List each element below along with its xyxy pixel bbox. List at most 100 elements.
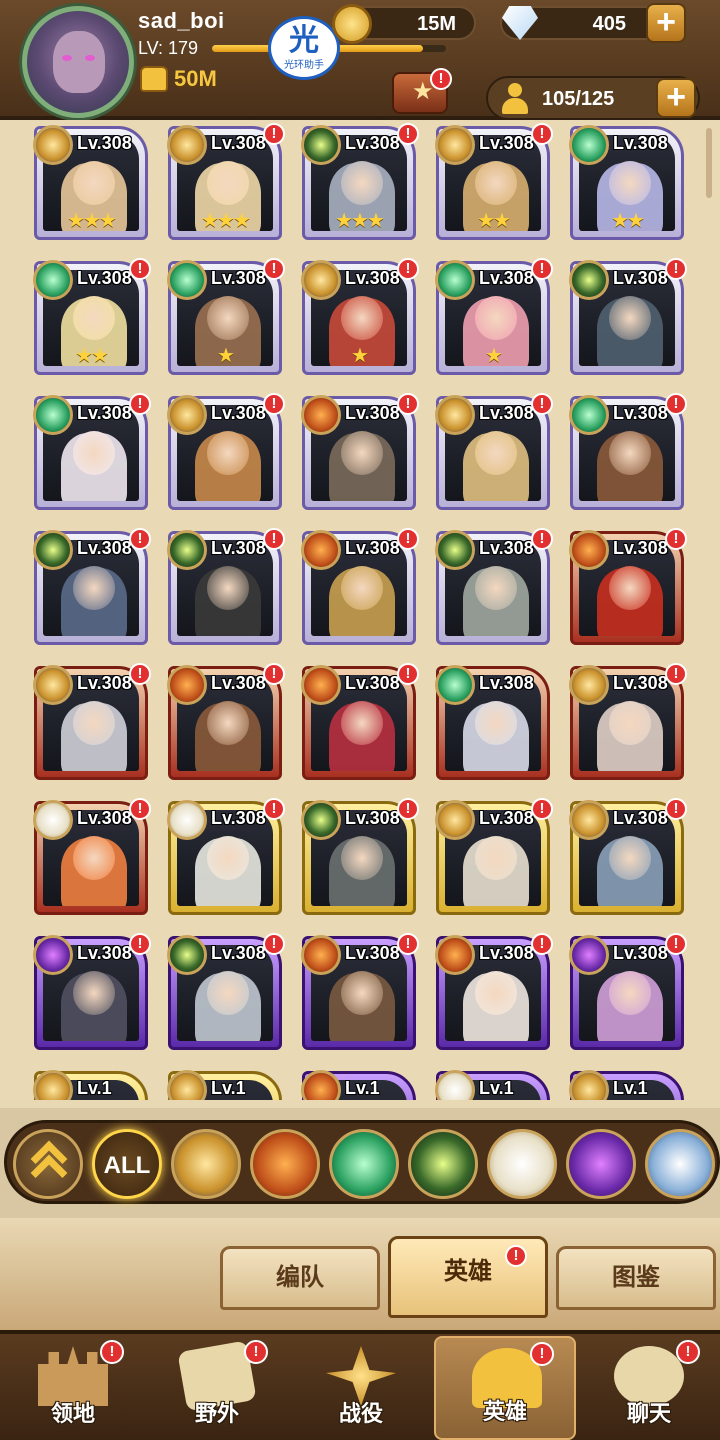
filter-celestial-button[interactable] bbox=[487, 1129, 557, 1199]
bottom-navigation: 领地! 野外! 战役 英雄! 聊天! bbox=[0, 1330, 720, 1440]
hero-portrait-head bbox=[73, 566, 115, 610]
hero-portrait-head bbox=[341, 971, 383, 1015]
filter-lightbearer-button[interactable] bbox=[171, 1129, 241, 1199]
gem-display: 405 + bbox=[500, 3, 686, 43]
sub-tab-codex[interactable]: 图鉴 bbox=[556, 1246, 716, 1310]
hero-card[interactable]: Lv.308 ★! bbox=[301, 258, 419, 375]
hero-card[interactable]: Lv.308! bbox=[167, 798, 285, 915]
hero-level: Lv.308 bbox=[77, 538, 132, 558]
hero-card[interactable]: Lv.308! bbox=[167, 933, 285, 1050]
filter-wilder-button[interactable] bbox=[329, 1129, 399, 1199]
hero-card[interactable]: Lv.308! bbox=[569, 933, 687, 1050]
hero-card[interactable]: Lv.308! bbox=[33, 393, 151, 510]
combat-power-value: 50M bbox=[174, 66, 217, 91]
sub-tab-formation[interactable]: 编队 bbox=[220, 1246, 380, 1310]
avatar-face bbox=[53, 31, 105, 93]
hero-card[interactable]: Lv.308! bbox=[435, 393, 553, 510]
hero-card[interactable]: Lv.308! bbox=[569, 258, 687, 375]
nav-label: 聊天 bbox=[626, 1401, 671, 1426]
hero-card[interactable]: Lv.1 bbox=[33, 1070, 148, 1100]
hero-card[interactable]: Lv.308! bbox=[33, 528, 151, 645]
hero-grid[interactable]: Lv.308 ★★★ Lv.308 ★★★! Lv.308 ★★★! Lv.308 ★★! Lv… bbox=[0, 120, 720, 1100]
filter-graveborn-button[interactable] bbox=[408, 1129, 478, 1199]
gold-display[interactable]: 15M bbox=[332, 4, 476, 44]
hero-card[interactable]: Lv.1 bbox=[569, 1070, 684, 1100]
hero-card[interactable]: Lv.308 bbox=[435, 665, 550, 780]
sub-tab-heroes[interactable]: 英雄! bbox=[388, 1236, 548, 1318]
hero-portrait-head bbox=[341, 296, 383, 340]
hero-card[interactable]: Lv.1 bbox=[301, 1070, 416, 1100]
alert-badge: ! bbox=[397, 258, 419, 280]
hero-level: Lv.308 bbox=[211, 943, 266, 963]
hero-card[interactable]: Lv.308! bbox=[301, 933, 419, 1050]
filter-dimensional-button[interactable] bbox=[645, 1129, 715, 1199]
hero-card[interactable]: Lv.308! bbox=[301, 528, 419, 645]
gold-coin-icon bbox=[332, 4, 372, 44]
mauler-faction-icon bbox=[301, 530, 341, 570]
hero-card[interactable]: Lv.308! bbox=[435, 933, 553, 1050]
nav-field[interactable]: 野外! bbox=[146, 1336, 288, 1440]
hero-card[interactable]: Lv.308 ★★ bbox=[569, 125, 684, 240]
alert-badge: ! bbox=[397, 393, 419, 415]
hero-portrait-head bbox=[609, 161, 651, 205]
nav-heroes[interactable]: 英雄! bbox=[434, 1336, 576, 1440]
hero-card[interactable]: Lv.308 ★★! bbox=[33, 258, 151, 375]
hero-card[interactable]: Lv.308! bbox=[167, 393, 285, 510]
wilder-faction-icon bbox=[435, 260, 475, 300]
hero-card[interactable]: Lv.308! bbox=[301, 798, 419, 915]
buy-gems-button[interactable]: + bbox=[646, 3, 686, 43]
alert-badge: ! bbox=[665, 393, 687, 415]
hero-card[interactable]: Lv.308 ★! bbox=[167, 258, 285, 375]
filter-mauler-button[interactable] bbox=[250, 1129, 320, 1199]
hero-card[interactable]: Lv.308! bbox=[33, 798, 151, 915]
hero-card[interactable]: Lv.308 ★★! bbox=[435, 123, 553, 240]
alert-badge: ! bbox=[676, 1340, 700, 1364]
hero-card[interactable]: Lv.308 ★★★! bbox=[301, 123, 419, 240]
filter-hypogean-button[interactable] bbox=[566, 1129, 636, 1199]
hero-sub-tabs: 编队 英雄! 图鉴 bbox=[0, 1218, 720, 1330]
nav-chat[interactable]: 聊天! bbox=[578, 1336, 720, 1440]
mauler-faction-icon bbox=[167, 665, 207, 705]
hero-stars: ★★ bbox=[611, 210, 645, 232]
hero-card[interactable]: Lv.308! bbox=[167, 663, 285, 780]
lightbearer-faction-icon bbox=[569, 665, 609, 705]
hero-card[interactable]: Lv.308! bbox=[33, 933, 151, 1050]
hero-card[interactable]: Lv.1 bbox=[167, 1070, 282, 1100]
hero-level: Lv.308 bbox=[211, 133, 266, 153]
nav-campaign[interactable]: 战役 bbox=[290, 1336, 432, 1440]
hero-card[interactable]: Lv.308! bbox=[569, 798, 687, 915]
hero-level: Lv.308 bbox=[77, 133, 132, 153]
hero-card[interactable]: Lv.308! bbox=[301, 393, 419, 510]
nav-territory[interactable]: 领地! bbox=[2, 1336, 144, 1440]
sort-up-button[interactable] bbox=[13, 1129, 83, 1199]
filter-all-label: ALL bbox=[103, 1152, 151, 1179]
hero-card[interactable]: Lv.308! bbox=[301, 663, 419, 780]
grid-scrollbar[interactable] bbox=[706, 128, 712, 198]
filter-all-button[interactable]: ALL bbox=[92, 1129, 162, 1199]
hero-portrait-head bbox=[475, 296, 517, 340]
hero-card[interactable]: Lv.308! bbox=[167, 528, 285, 645]
hero-card[interactable]: Lv.308 ★★★ bbox=[33, 125, 148, 240]
hero-card[interactable]: Lv.308! bbox=[435, 798, 553, 915]
hero-card[interactable]: Lv.308! bbox=[569, 393, 687, 510]
sub-tab-label: 英雄 bbox=[444, 1258, 492, 1285]
hero-card[interactable]: Lv.308! bbox=[569, 663, 687, 780]
hero-card[interactable]: Lv.308! bbox=[569, 528, 687, 645]
hero-collection-icon[interactable]: ★ ! bbox=[392, 68, 452, 114]
player-avatar[interactable] bbox=[22, 6, 134, 118]
alert-badge: ! bbox=[129, 798, 151, 820]
expand-slots-button[interactable]: + bbox=[656, 78, 696, 118]
hero-level: Lv.308 bbox=[613, 538, 668, 558]
helper-app-badge[interactable]: 光 光环助手 bbox=[268, 16, 340, 80]
hero-card[interactable]: Lv.308! bbox=[33, 663, 151, 780]
hero-slot-count: 105/125 + bbox=[486, 76, 700, 120]
hero-card[interactable]: Lv.308 ★! bbox=[435, 258, 553, 375]
alert-badge: ! bbox=[397, 933, 419, 955]
hero-portrait-head bbox=[73, 431, 115, 475]
hypogean-faction-icon bbox=[569, 935, 609, 975]
hero-card[interactable]: Lv.308! bbox=[435, 528, 553, 645]
alert-badge: ! bbox=[665, 798, 687, 820]
mauler-faction-icon bbox=[435, 935, 475, 975]
hero-card[interactable]: Lv.1 bbox=[435, 1070, 550, 1100]
hero-card[interactable]: Lv.308 ★★★! bbox=[167, 123, 285, 240]
